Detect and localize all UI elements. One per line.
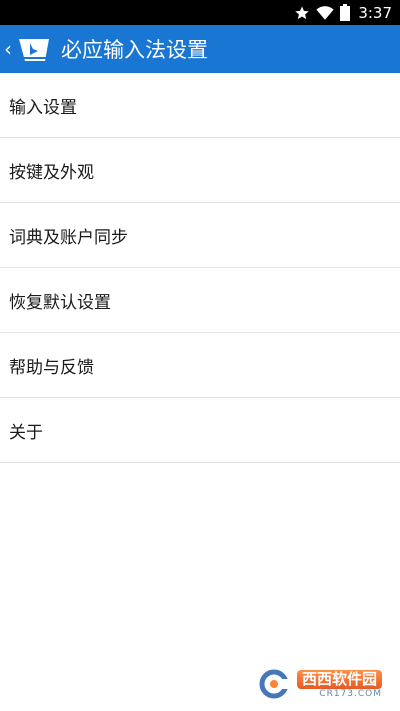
settings-item-about[interactable]: 关于 — [0, 398, 400, 463]
status-bar: 3:37 — [0, 0, 400, 25]
watermark-logo-icon — [259, 669, 293, 699]
settings-item-label: 帮助与反馈 — [9, 357, 94, 378]
settings-item-label: 输入设置 — [9, 97, 77, 118]
settings-item-help-feedback[interactable]: 帮助与反馈 — [0, 333, 400, 398]
watermark-brand: 西西软件园 — [296, 669, 382, 689]
battery-icon — [340, 4, 351, 21]
status-icons: 3:37 — [294, 0, 392, 25]
status-time: 3:37 — [358, 3, 392, 22]
wifi-icon — [316, 5, 334, 21]
chevron-left-icon: ‹ — [4, 37, 12, 61]
settings-item-label: 按键及外观 — [9, 162, 94, 183]
settings-item-label: 关于 — [9, 422, 43, 443]
page-title: 必应输入法设置 — [61, 38, 208, 62]
settings-item-restore-defaults[interactable]: 恢复默认设置 — [0, 268, 400, 333]
settings-item-dictionary-sync[interactable]: 词典及账户同步 — [0, 203, 400, 268]
settings-item-label: 词典及账户同步 — [9, 227, 128, 248]
watermark: 西西软件园 CR173.COM — [259, 667, 382, 701]
bing-logo-icon — [15, 35, 51, 63]
settings-item-input[interactable]: 输入设置 — [0, 73, 400, 138]
watermark-domain: CR173.COM — [319, 688, 382, 699]
star-icon — [294, 5, 310, 21]
settings-item-keys-appearance[interactable]: 按键及外观 — [0, 138, 400, 203]
up-button[interactable]: ‹ — [0, 25, 57, 73]
watermark-text: 西西软件园 CR173.COM — [296, 669, 382, 699]
settings-item-label: 恢复默认设置 — [9, 292, 111, 313]
app-bar: ‹ 必应输入法设置 — [0, 25, 400, 73]
settings-list: 输入设置 按键及外观 词典及账户同步 恢复默认设置 帮助与反馈 关于 — [0, 73, 400, 463]
